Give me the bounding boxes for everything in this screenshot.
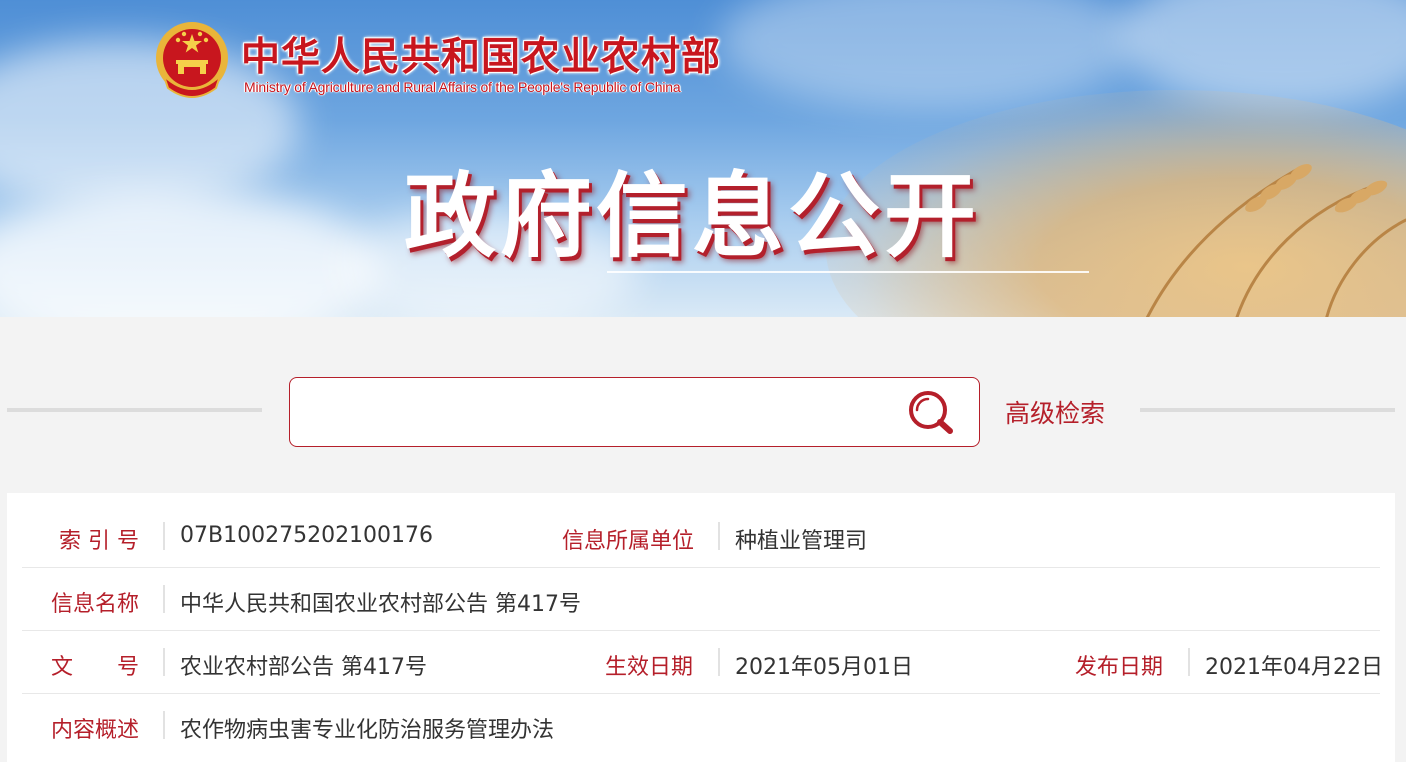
search-icon[interactable]: [905, 388, 957, 438]
cloud-decoration: [0, 190, 380, 317]
info-name-label: 信息名称: [51, 592, 140, 617]
info-table: 索 引 号 07B100275202100176 信息所属单位 种植业管理司 信…: [7, 493, 1395, 762]
table-row: 内容概述 农作物病虫害专业化防治服务管理办法: [22, 694, 1380, 757]
summary-label: 内容概述: [51, 718, 140, 743]
info-name-value: 中华人民共和国农业农村部公告 第417号: [180, 592, 581, 617]
doc-number-label: 文 号: [51, 655, 140, 680]
column-divider: [163, 522, 165, 550]
column-divider: [1188, 648, 1190, 676]
cloud-decoration: [720, 0, 1140, 110]
effective-date-label: 生效日期: [605, 655, 694, 680]
search-box: [289, 377, 980, 447]
search-divider-left: [7, 408, 262, 412]
effective-date-value: 2021年05月01日: [735, 655, 913, 680]
index-number-label: 索 引 号: [59, 529, 139, 554]
unit-label: 信息所属单位: [562, 529, 695, 554]
search-input[interactable]: [304, 388, 894, 436]
ministry-name-en: Ministry of Agriculture and Rural Affair…: [244, 79, 681, 95]
table-row: 索 引 号 07B100275202100176 信息所属单位 种植业管理司: [22, 505, 1380, 568]
search-divider-right: [1140, 408, 1395, 412]
column-divider: [163, 648, 165, 676]
table-row: 文 号 农业农村部公告 第417号 生效日期 2021年05月01日 发布日期 …: [22, 631, 1383, 694]
page-title: 政府信息公开: [404, 163, 981, 270]
column-divider: [718, 648, 720, 676]
national-emblem-icon: [156, 22, 228, 98]
summary-value: 农作物病虫害专业化防治服务管理办法: [180, 718, 555, 743]
title-underline: [607, 271, 1089, 273]
ministry-name-cn: 中华人民共和国农业农村部: [241, 34, 722, 80]
advanced-search-link[interactable]: 高级检索: [1005, 394, 1105, 430]
publish-date-value: 2021年04月22日: [1205, 655, 1383, 680]
header-banner: 中华人民共和国农业农村部 Ministry of Agriculture and…: [0, 0, 1406, 317]
column-divider: [163, 585, 165, 613]
doc-number-value: 农业农村部公告 第417号: [180, 655, 427, 680]
wheat-icon: [1145, 164, 1406, 317]
publish-date-label: 发布日期: [1075, 655, 1164, 680]
index-number-value: 07B100275202100176: [180, 523, 434, 548]
column-divider: [718, 522, 720, 550]
unit-value: 种植业管理司: [735, 529, 868, 554]
column-divider: [163, 711, 165, 739]
table-row: 信息名称 中华人民共和国农业农村部公告 第417号: [22, 568, 1380, 631]
